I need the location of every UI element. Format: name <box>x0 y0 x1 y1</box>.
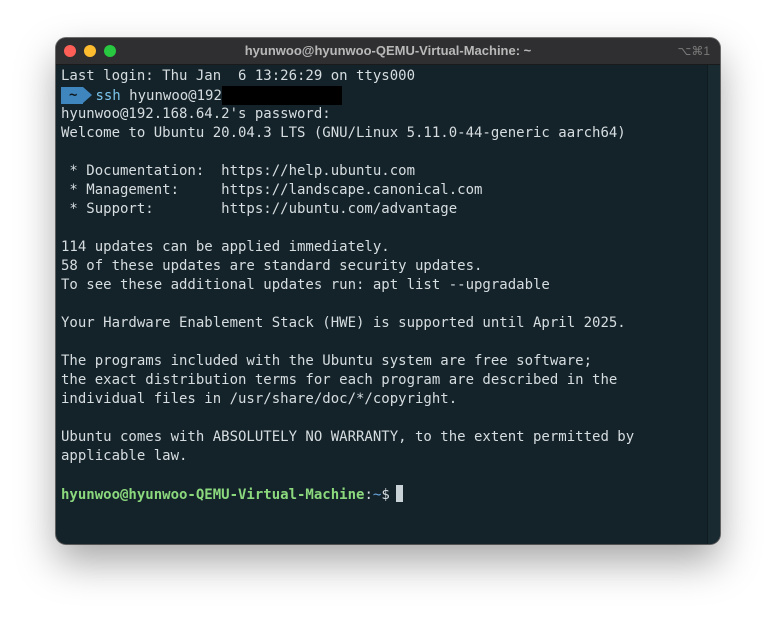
text-cursor <box>395 485 403 502</box>
management-link-line: * Management: https://landscape.canonica… <box>61 182 483 198</box>
local-prompt-line: ~ ssh hyunwoo@192 <box>61 86 708 105</box>
prompt-badge: ~ <box>61 87 94 104</box>
updates-line: 114 updates can be applied immediately. <box>61 239 390 255</box>
prompt-user-host: hyunwoo@hyunwoo-QEMU-Virtual-Machine <box>61 487 365 503</box>
command-name: ssh <box>95 87 121 104</box>
title-bar[interactable]: hyunwoo@hyunwoo-QEMU-Virtual-Machine: ~ … <box>56 38 720 65</box>
command-arg <box>121 88 129 104</box>
warranty-line: Ubuntu comes with ABSOLUTELY NO WARRANTY… <box>61 429 635 445</box>
remote-prompt-line[interactable]: hyunwoo@hyunwoo-QEMU-Virtual-Machine:~$ <box>61 485 708 504</box>
welcome-line: Welcome to Ubuntu 20.04.3 LTS (GNU/Linux… <box>61 125 626 141</box>
redacted-block <box>221 86 342 105</box>
warranty-line: applicable law. <box>61 448 188 464</box>
last-login-line: Last login: Thu Jan 6 13:26:29 on ttys00… <box>61 68 416 84</box>
prompt-symbol: $ <box>381 487 390 503</box>
terminal-output[interactable]: Last login: Thu Jan 6 13:26:29 on ttys00… <box>56 65 708 544</box>
scrollbar[interactable] <box>707 65 720 544</box>
license-line: individual files in /usr/share/doc/*/cop… <box>61 391 458 407</box>
prompt-separator: : <box>364 487 373 503</box>
license-line: The programs included with the Ubuntu sy… <box>61 353 593 369</box>
terminal-window: hyunwoo@hyunwoo-QEMU-Virtual-Machine: ~ … <box>56 38 720 544</box>
apt-list-line: To see these additional updates run: apt… <box>61 277 550 293</box>
window-shortcut: ⌥⌘1 <box>677 44 710 58</box>
support-link-line: * Support: https://ubuntu.com/advantage <box>61 201 458 217</box>
command-host: hyunwoo@192 <box>129 87 222 104</box>
license-line: the exact distribution terms for each pr… <box>61 372 618 388</box>
password-prompt-line: hyunwoo@192.168.64.2's password: <box>61 106 331 122</box>
security-updates-line: 58 of these updates are standard securit… <box>61 258 483 274</box>
doc-link-line: * Documentation: https://help.ubuntu.com <box>61 163 416 179</box>
hwe-line: Your Hardware Enablement Stack (HWE) is … <box>61 315 626 331</box>
window-title: hyunwoo@hyunwoo-QEMU-Virtual-Machine: ~ <box>244 43 532 58</box>
